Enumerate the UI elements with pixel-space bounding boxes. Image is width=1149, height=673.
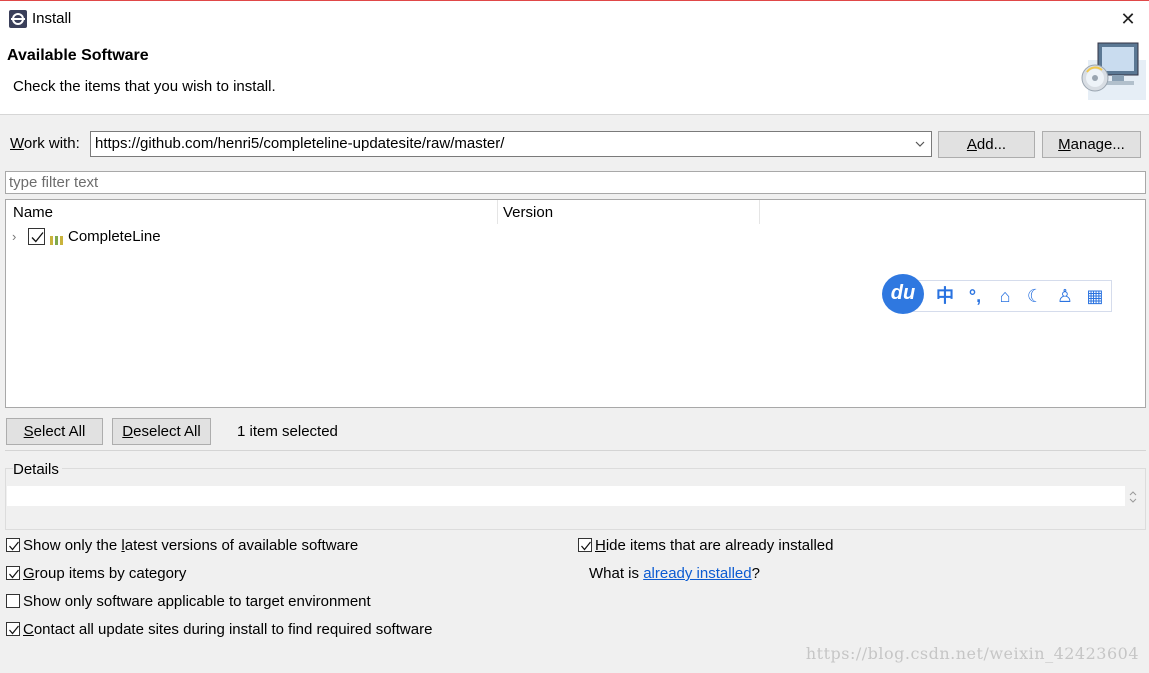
what-is-installed-text: What is already installed? <box>589 565 760 582</box>
column-divider[interactable] <box>759 200 760 224</box>
option-applicable-label: Show only software applicable to target … <box>23 593 371 610</box>
title-bar: Install ✕ <box>0 1 1149 37</box>
table-row[interactable]: › CompleteLine <box>6 226 1145 248</box>
ime-grid-icon[interactable]: ▦ <box>1084 285 1106 307</box>
divider <box>5 450 1146 451</box>
checkbox-applicable-software[interactable] <box>6 594 20 608</box>
chevron-down-icon[interactable] <box>912 136 928 152</box>
ime-chinese-mode-icon[interactable]: 中 <box>934 285 956 307</box>
category-icon <box>50 232 64 245</box>
row-name: CompleteLine <box>68 228 161 245</box>
wizard-header: Available Software Check the items that … <box>0 37 1149 115</box>
page-title: Available Software <box>7 47 149 64</box>
filter-field[interactable] <box>5 171 1146 194</box>
add-button[interactable]: Add... <box>938 131 1035 158</box>
ime-user-icon[interactable]: ♙ <box>1054 285 1076 307</box>
checkbox-contact-update-sites[interactable] <box>6 622 20 636</box>
selection-count: 1 item selected <box>237 423 338 440</box>
work-with-combo[interactable]: https://github.com/henri5/completeline-u… <box>90 131 932 157</box>
option-group-label: Group items by category <box>23 565 187 582</box>
details-text-area[interactable] <box>7 486 1125 506</box>
row-checkbox[interactable] <box>28 228 45 245</box>
work-with-value: https://github.com/henri5/completeline-u… <box>95 135 505 152</box>
ime-toolbar: du 中 °, ⌂ ☾ ♙ ▦ <box>882 274 1114 314</box>
checkbox-group-by-category[interactable] <box>6 566 20 580</box>
watermark: https://blog.csdn.net/weixin_42423604 <box>805 644 1139 663</box>
baidu-logo-icon[interactable]: du <box>882 274 924 314</box>
expand-chevron-icon[interactable]: › <box>12 229 22 244</box>
column-header-version[interactable]: Version <box>503 204 553 221</box>
manage-button[interactable]: Manage... <box>1042 131 1141 158</box>
select-all-button[interactable]: Select All <box>6 418 103 445</box>
filter-input[interactable] <box>6 172 1145 193</box>
ime-punctuation-icon[interactable]: °, <box>964 285 986 307</box>
page-description: Check the items that you wish to install… <box>13 78 276 95</box>
install-computer-icon <box>1078 40 1146 100</box>
close-icon[interactable]: ✕ <box>1115 6 1141 32</box>
checkbox-hide-installed[interactable] <box>578 538 592 552</box>
option-latest-label: Show only the latest versions of availab… <box>23 537 359 554</box>
eclipse-app-icon <box>9 10 27 28</box>
column-divider[interactable] <box>497 200 498 224</box>
option-hide-label: Hide items that are already installed <box>595 537 834 554</box>
option-contact-label: Contact all update sites during install … <box>23 621 433 638</box>
deselect-all-button[interactable]: Deselect All <box>112 418 211 445</box>
details-scroll-arrows-icon[interactable] <box>1126 487 1140 507</box>
ime-moon-icon[interactable]: ☾ <box>1024 285 1046 307</box>
column-header-name[interactable]: Name <box>13 204 53 221</box>
ime-toolbox-icon[interactable]: ⌂ <box>994 285 1016 307</box>
window-title: Install <box>32 10 72 27</box>
details-label: Details <box>13 461 62 478</box>
already-installed-link[interactable]: already installed <box>643 565 751 582</box>
work-with-label: Work with: <box>10 135 80 152</box>
checkbox-latest-versions[interactable] <box>6 538 20 552</box>
install-dialog: Install ✕ Available Software Check the i… <box>0 0 1149 673</box>
